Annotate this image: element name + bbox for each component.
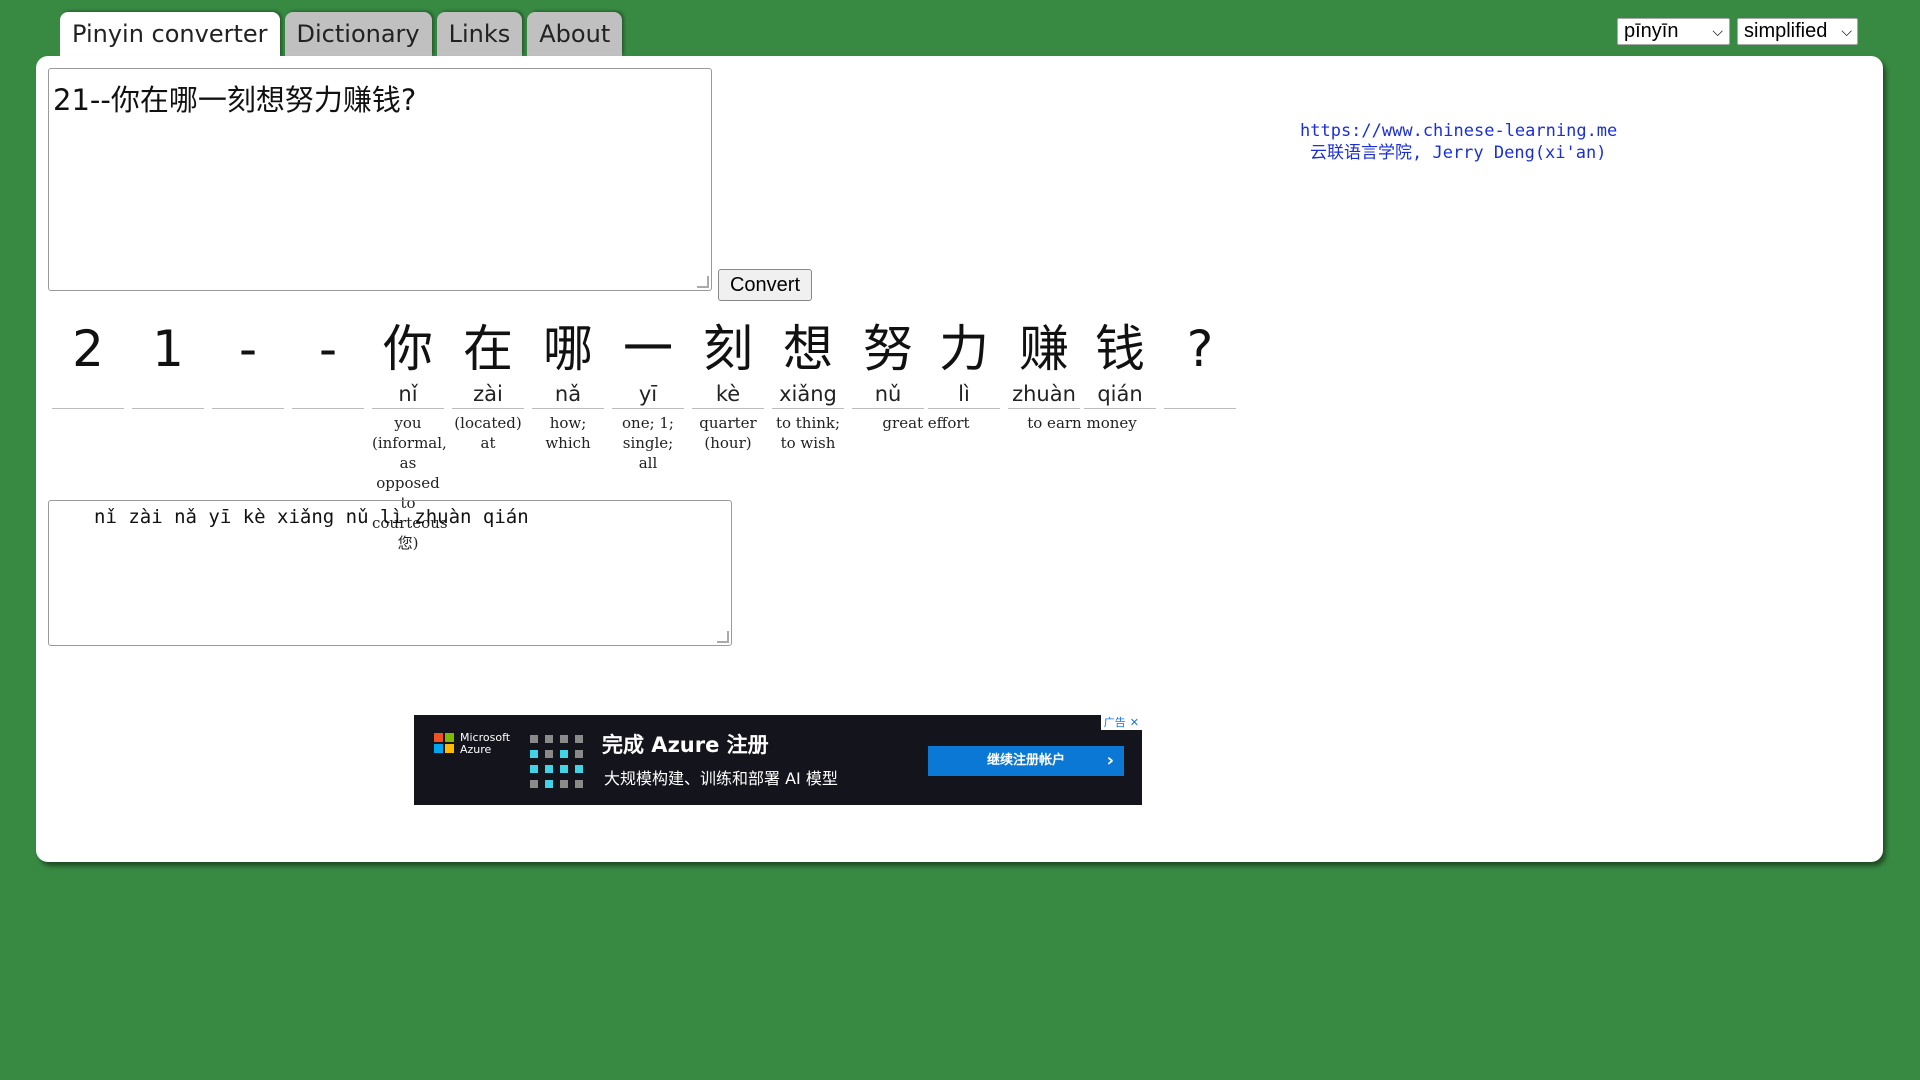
- tone-mode-value: pīnyīn: [1624, 20, 1679, 42]
- character-cell[interactable]: 1: [132, 318, 204, 413]
- pinyin: [212, 380, 284, 409]
- gloss: quarter (hour): [699, 414, 757, 452]
- hanzi: 你: [383, 320, 433, 378]
- option-selects: pīnyīn ⌵ simplified ⌵: [1617, 18, 1858, 45]
- tone-mode-select[interactable]: pīnyīn ⌵: [1617, 18, 1730, 45]
- pinyin: lì: [928, 380, 1000, 409]
- chinese-input[interactable]: 21--你在哪一刻想努力赚钱?: [48, 68, 712, 291]
- gloss: [928, 409, 1000, 413]
- character-cell[interactable]: 钱 qián: [1084, 318, 1156, 413]
- pinyin-output-text: nǐ zài nǎ yī kè xiǎng nǔ lì zhuàn qián: [94, 506, 529, 528]
- microsoft-logo-icon: [434, 733, 454, 753]
- hanzi: 在: [463, 320, 513, 378]
- tab-about[interactable]: About: [527, 12, 623, 56]
- ad-cta-label: 继续注册帐户: [986, 753, 1065, 768]
- tab-dictionary[interactable]: Dictionary: [284, 12, 432, 56]
- gloss: how; which: [545, 414, 591, 452]
- converter-panel: 21--你在哪一刻想努力赚钱? Convert https://www.chin…: [36, 56, 1883, 862]
- pinyin: yī: [612, 380, 684, 409]
- advertisement-banner[interactable]: Microsoft Azure 完成 Azure 注册 大规模构建、训练和部署 …: [414, 715, 1142, 805]
- pinyin: kè: [692, 380, 764, 409]
- credit-author: 云联语言学院, Jerry Deng(xi'an): [1310, 143, 1607, 163]
- character-cell[interactable]: 哪 nǎ how; which: [532, 318, 604, 453]
- hanzi: 2: [72, 320, 104, 378]
- ad-badge[interactable]: 广告 ✕: [1100, 715, 1142, 730]
- gloss: [292, 409, 364, 413]
- character-cell[interactable]: -: [212, 318, 284, 413]
- hanzi: 一: [623, 320, 673, 378]
- convert-button[interactable]: Convert: [718, 269, 812, 301]
- gloss: [52, 409, 124, 413]
- tab-links[interactable]: Links: [436, 12, 523, 56]
- hanzi: 哪: [543, 320, 593, 378]
- hanzi: -: [238, 320, 258, 378]
- pinyin: zài: [452, 380, 524, 409]
- hanzi: 1: [152, 320, 184, 378]
- gloss: [1164, 409, 1236, 413]
- pinyin: [1164, 380, 1236, 409]
- chevron-down-icon: ⌵: [1712, 23, 1723, 39]
- pinyin: [52, 380, 124, 409]
- ad-cta-button[interactable]: 继续注册帐户 ›: [928, 746, 1124, 776]
- close-icon[interactable]: ✕: [1130, 715, 1139, 730]
- gloss: [1084, 409, 1156, 413]
- pinyin: [132, 380, 204, 409]
- hanzi: 钱: [1095, 320, 1145, 378]
- ad-title: 完成 Azure 注册: [602, 733, 769, 757]
- script-select[interactable]: simplified ⌵: [1737, 18, 1858, 45]
- character-cell[interactable]: -: [292, 318, 364, 413]
- chevron-down-icon: ⌵: [1841, 23, 1852, 39]
- hanzi: 赚: [1019, 320, 1069, 378]
- character-cell[interactable]: 2: [52, 318, 124, 413]
- hanzi: ?: [1186, 320, 1214, 378]
- tab-bar: Pinyin converter Dictionary Links About: [60, 12, 623, 58]
- character-cell[interactable]: 力 lì: [928, 318, 1000, 413]
- resize-handle-icon[interactable]: [697, 276, 709, 288]
- credit-block: https://www.chinese-learning.me 云联语言学院, …: [1300, 120, 1617, 164]
- character-cell[interactable]: ?: [1164, 318, 1236, 413]
- ad-badge-label: 广告: [1103, 716, 1126, 729]
- grid-dots-icon: [530, 735, 583, 788]
- pinyin: zhuàn: [1008, 380, 1080, 409]
- gloss: one; 1; single; all: [622, 414, 674, 472]
- resize-handle-icon[interactable]: [717, 631, 729, 643]
- gloss: [212, 409, 284, 413]
- script-value: simplified: [1744, 20, 1828, 42]
- pinyin: nǔ: [852, 380, 924, 409]
- pinyin: [292, 380, 364, 409]
- hanzi: 刻: [703, 320, 753, 378]
- chinese-input-text: 21--你在哪一刻想努力赚钱?: [53, 83, 417, 117]
- ad-subtitle: 大规模构建、训练和部署 AI 模型: [604, 769, 838, 788]
- character-cell[interactable]: 刻 kè quarter (hour): [692, 318, 764, 453]
- character-cell[interactable]: 在 zài (located) at: [452, 318, 524, 453]
- hanzi: -: [318, 320, 338, 378]
- hanzi: 力: [939, 320, 989, 378]
- pinyin: xiǎng: [772, 380, 844, 409]
- gloss: [132, 409, 204, 413]
- pinyin: nǎ: [532, 380, 604, 409]
- pinyin: nǐ: [372, 380, 444, 409]
- chevron-right-icon: ›: [1106, 750, 1114, 771]
- hanzi: 努: [863, 320, 913, 378]
- credit-url[interactable]: https://www.chinese-learning.me: [1300, 120, 1617, 142]
- pinyin-output[interactable]: nǐ zài nǎ yī kè xiǎng nǔ lì zhuàn qián: [48, 500, 732, 646]
- hanzi: 想: [783, 320, 833, 378]
- tab-pinyin-converter[interactable]: Pinyin converter: [60, 12, 280, 58]
- gloss: to think; to wish: [775, 414, 841, 452]
- ad-brand: Microsoft Azure: [460, 731, 511, 756]
- pinyin: qián: [1084, 380, 1156, 409]
- gloss: (located) at: [454, 414, 522, 452]
- character-cell[interactable]: 想 xiǎng to think; to wish: [772, 318, 844, 453]
- character-cell[interactable]: 一 yī one; 1; single; all: [612, 318, 684, 473]
